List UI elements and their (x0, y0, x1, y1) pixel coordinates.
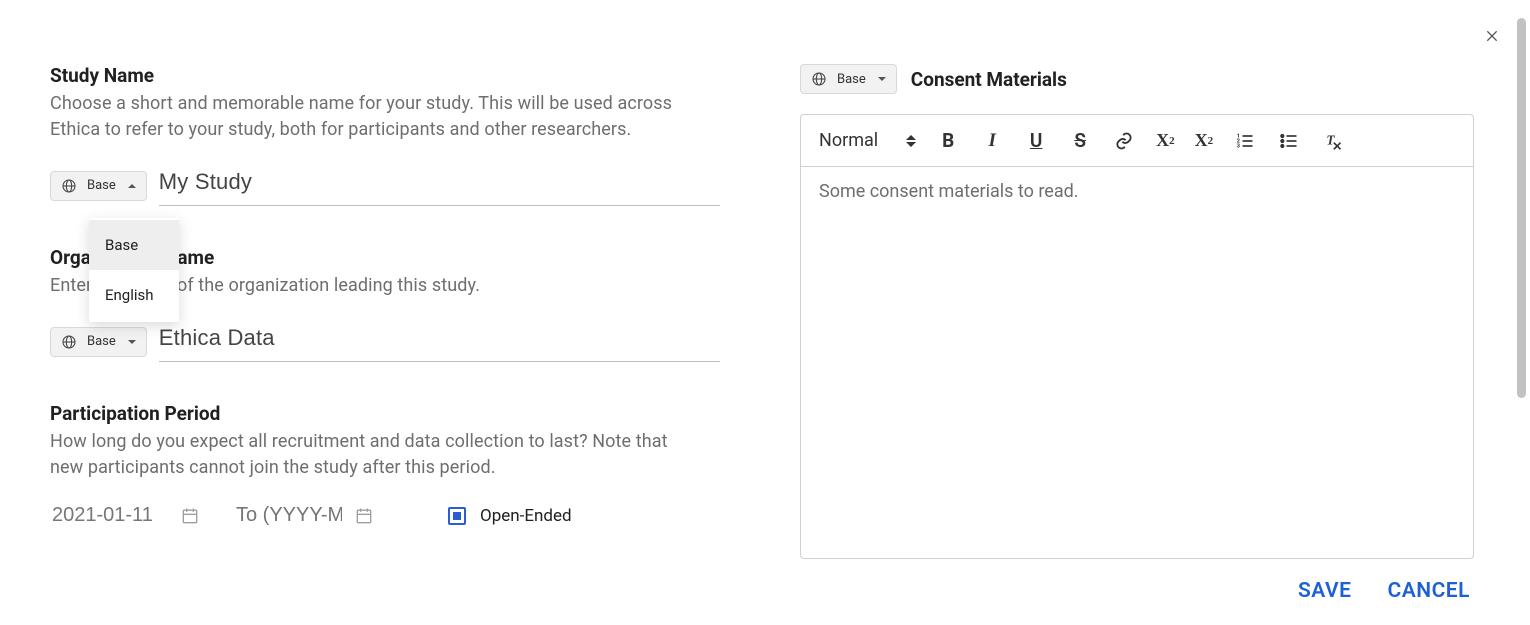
paragraph-style-label: Normal (819, 130, 878, 151)
superscript-button[interactable]: X2 (1195, 129, 1214, 153)
participation-section: Participation Period How long do you exp… (50, 402, 720, 528)
dropdown-item-base[interactable]: Base (89, 220, 179, 270)
link-button[interactable] (1112, 129, 1136, 153)
consent-editor: Normal B I U S X2 X2 123 (800, 114, 1474, 559)
dropdown-item-english[interactable]: English (89, 270, 179, 320)
lang-btn-label: Base (837, 72, 866, 87)
calendar-icon (354, 506, 374, 526)
bullet-list-button[interactable] (1277, 129, 1301, 153)
cancel-button[interactable]: CANCEL (1387, 579, 1470, 603)
globe-icon (811, 71, 827, 87)
ordered-list-button[interactable]: 123 (1233, 129, 1257, 153)
org-name-language-dropdown[interactable]: Base (50, 327, 147, 357)
globe-icon (61, 178, 77, 194)
calendar-icon[interactable] (180, 506, 200, 526)
org-name-input[interactable] (159, 321, 720, 362)
caret-down-icon (128, 340, 136, 344)
save-button[interactable]: SAVE (1298, 579, 1351, 603)
language-dropdown-menu: Base English (89, 218, 179, 322)
start-date-input[interactable] (50, 503, 170, 528)
clear-formatting-button[interactable]: T (1321, 129, 1345, 153)
sort-caret-icon (906, 135, 916, 147)
open-ended-label: Open-Ended (480, 506, 572, 526)
lang-btn-label: Base (87, 334, 116, 349)
consent-text-area[interactable]: Some consent materials to read. (801, 167, 1473, 558)
italic-button[interactable]: I (980, 129, 1004, 153)
participation-title: Participation Period (50, 402, 720, 425)
svg-text:3: 3 (1237, 143, 1241, 149)
globe-icon (61, 334, 77, 350)
paragraph-style-select[interactable]: Normal (819, 130, 916, 151)
bold-button[interactable]: B (936, 129, 960, 153)
study-name-title: Study Name (50, 64, 720, 87)
svg-text:T: T (1327, 132, 1336, 147)
dialog-footer: SAVE CANCEL (0, 565, 1530, 625)
consent-title: Consent Materials (911, 68, 1067, 91)
participation-desc: How long do you expect all recruitment a… (50, 429, 700, 481)
study-name-desc: Choose a short and memorable name for yo… (50, 91, 700, 143)
subscript-button[interactable]: X2 (1156, 129, 1175, 153)
editor-toolbar: Normal B I U S X2 X2 123 (801, 115, 1473, 167)
open-ended-checkbox[interactable] (448, 507, 466, 525)
study-name-input[interactable] (159, 165, 720, 206)
underline-button[interactable]: U (1024, 129, 1048, 153)
study-name-section: Study Name Choose a short and memorable … (50, 64, 720, 206)
strikethrough-button[interactable]: S (1068, 129, 1092, 153)
study-name-language-dropdown[interactable]: Base (50, 171, 147, 201)
end-date-input (234, 503, 344, 528)
caret-down-icon (878, 77, 886, 81)
caret-up-icon (128, 184, 136, 188)
consent-language-dropdown[interactable]: Base (800, 64, 897, 94)
lang-btn-label: Base (87, 178, 116, 193)
